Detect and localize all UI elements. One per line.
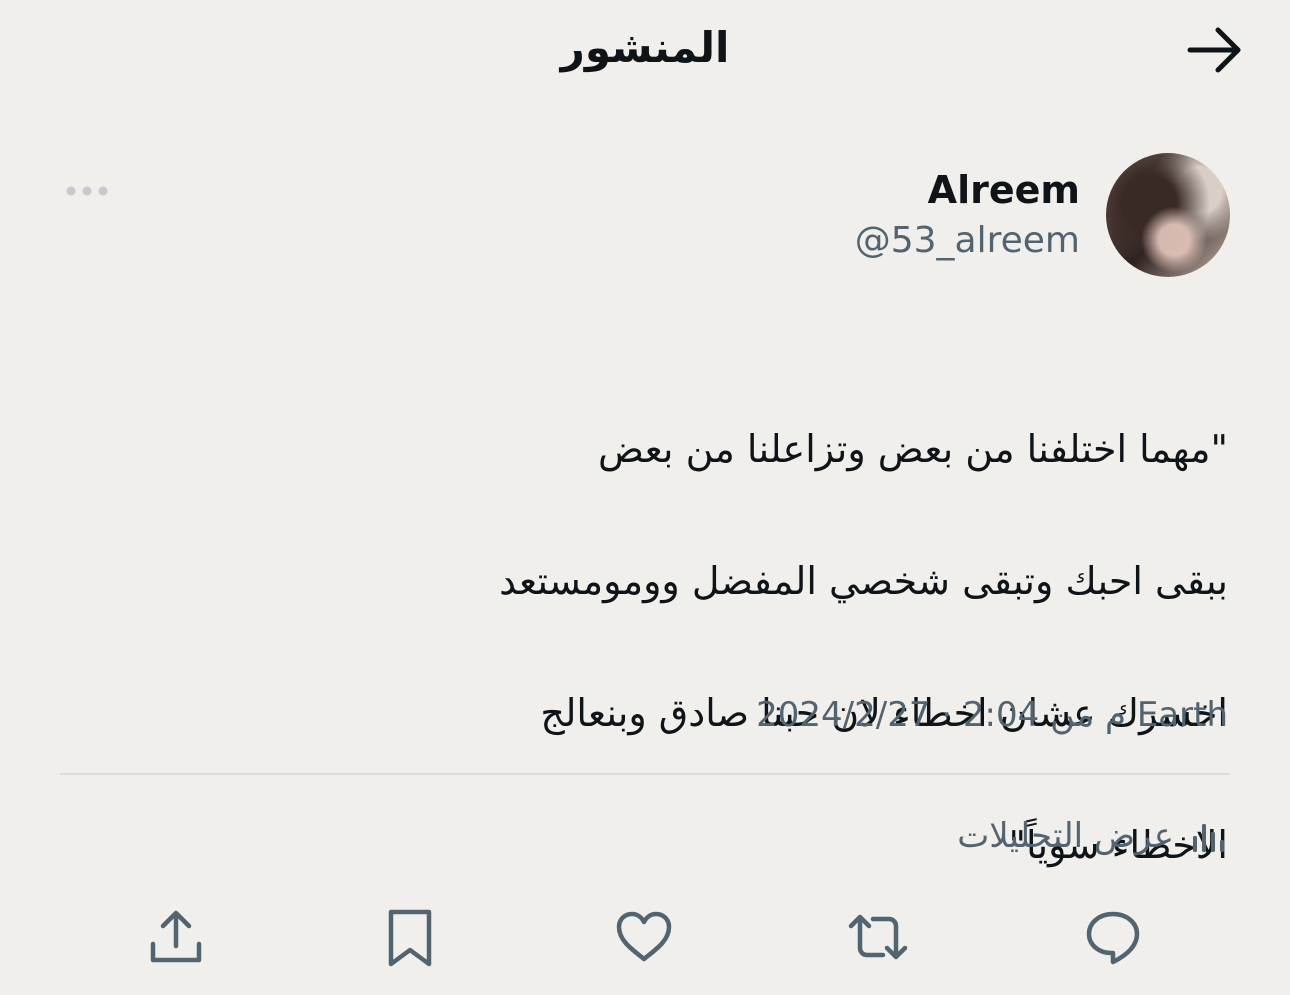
like-button[interactable] <box>611 904 677 970</box>
more-options-button[interactable] <box>62 176 112 206</box>
heart-icon <box>616 911 672 962</box>
share-icon <box>150 910 202 963</box>
repost-icon <box>848 914 908 960</box>
divider <box>60 773 1230 775</box>
more-horizontal-icon <box>66 186 108 196</box>
reply-button[interactable] <box>1080 904 1146 970</box>
bookmark-icon <box>388 909 432 967</box>
avatar[interactable] <box>1106 153 1230 277</box>
post-text-line: ببقى احبك وتبقى شخصي المفضل وومومستعد <box>499 559 1228 603</box>
page-title: المنشور <box>560 23 730 72</box>
analytics-label: عرض التحليلات <box>957 816 1174 856</box>
reply-icon <box>1086 911 1140 965</box>
author-handle[interactable]: @53_alreem <box>855 218 1080 264</box>
view-analytics-link[interactable]: عرض التحليلات <box>957 808 1228 864</box>
arrow-right-icon <box>1187 27 1241 73</box>
post-timestamp: 2024/2/27 · 2:04 م من Earth <box>756 695 1228 735</box>
share-button[interactable] <box>143 904 209 970</box>
post-text-line: "مهما اختلفنا من بعض وتزاعلنا من بعض <box>598 427 1228 471</box>
analytics-icon <box>1193 824 1224 852</box>
author-display-name[interactable]: Alreem <box>928 166 1080 214</box>
repost-button[interactable] <box>845 904 911 970</box>
back-button[interactable] <box>1184 24 1244 76</box>
bookmark-button[interactable] <box>377 904 443 970</box>
